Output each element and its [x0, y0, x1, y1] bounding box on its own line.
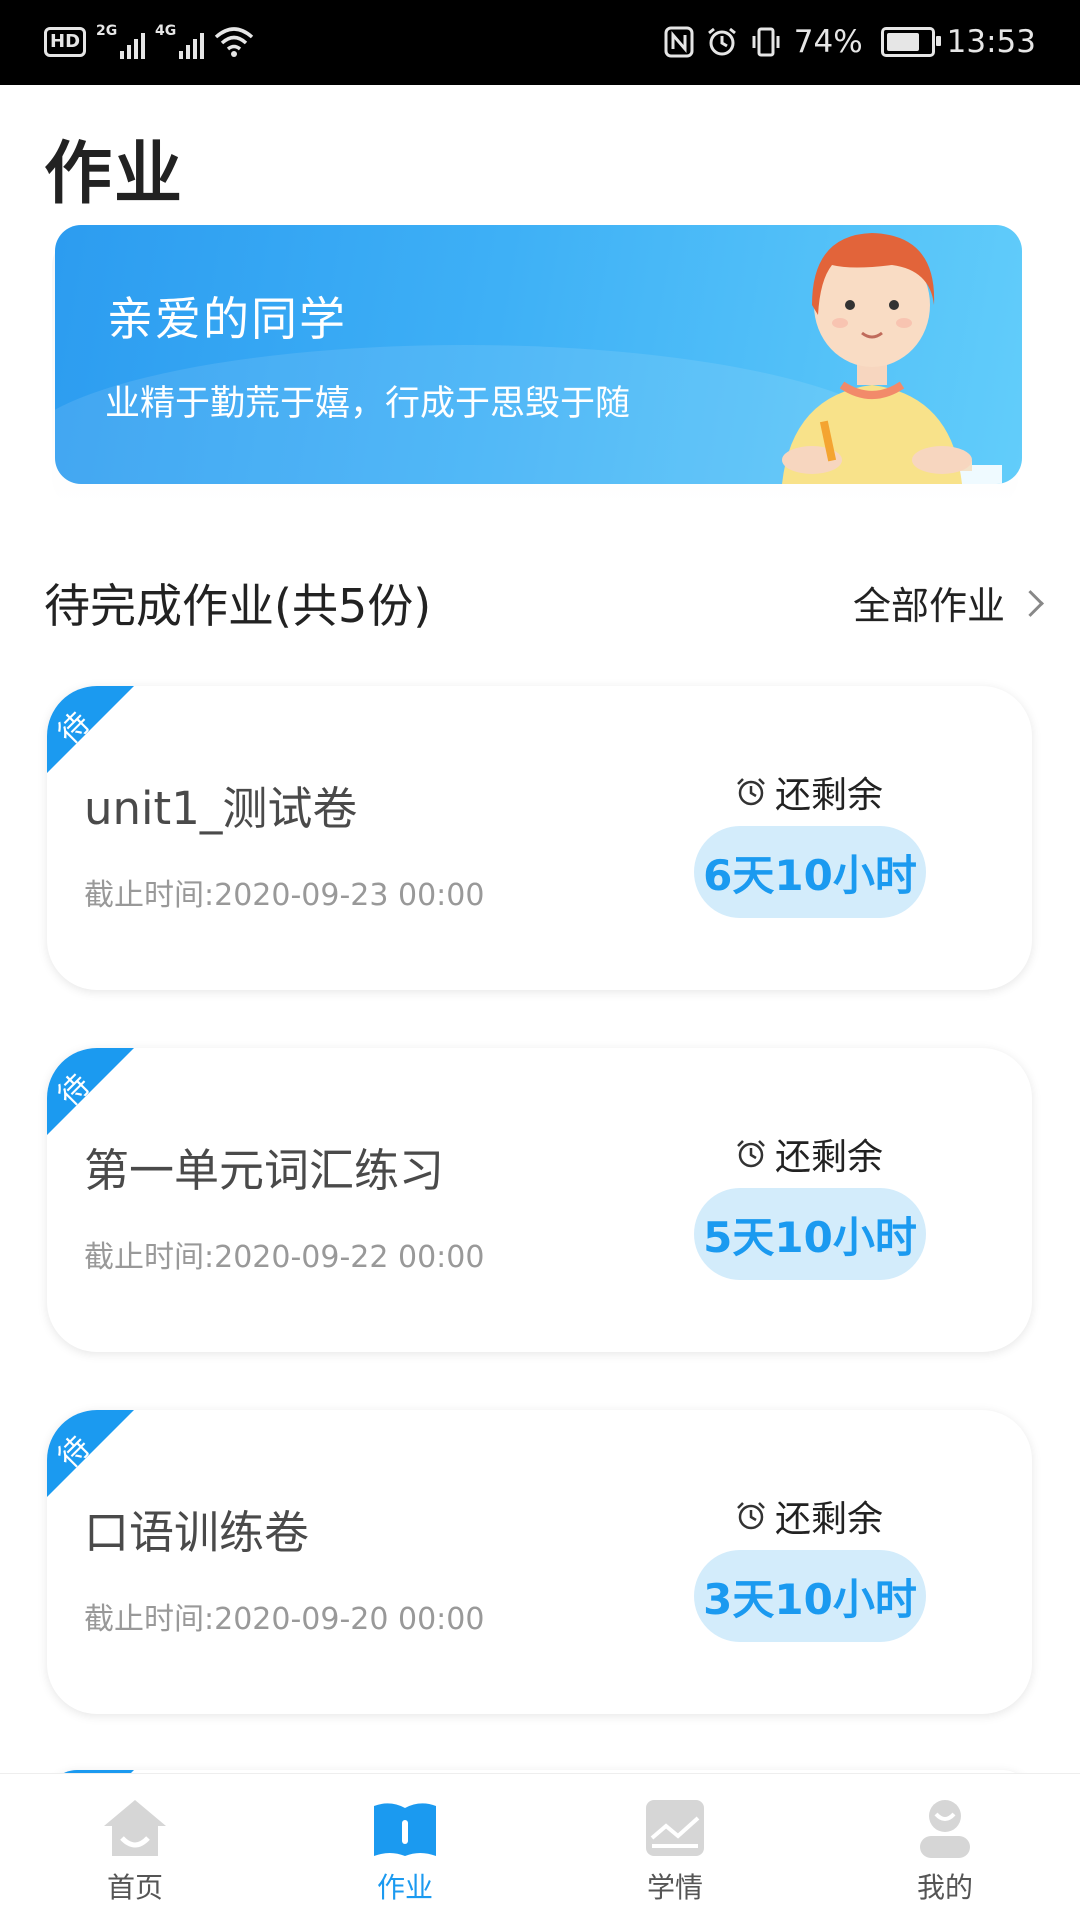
motto-banner[interactable]: 亲爱的同学 业精于勤荒于嬉，行成于思毁于随	[55, 225, 1022, 484]
page-title: 作业	[44, 135, 185, 214]
nav-homework[interactable]: 作业	[270, 1774, 540, 1921]
section-title: 待完成作业(共5份)	[44, 579, 432, 633]
chevron-right-icon	[1017, 590, 1044, 617]
remaining-label: 还剩余	[735, 1490, 883, 1542]
remaining-time: 6天10小时	[694, 826, 926, 918]
remaining-label: 还剩余	[735, 1128, 883, 1180]
battery-icon	[880, 27, 941, 57]
alarm-clock-icon	[737, 1140, 765, 1168]
alarm-clock-icon	[737, 778, 765, 806]
alarm-clock-icon	[737, 1502, 765, 1530]
assignment-name: 第一单元词汇练习	[84, 1144, 445, 1197]
vibrate-icon	[752, 27, 780, 57]
alarm-icon	[707, 27, 736, 56]
assignment-card[interactable]: 待 第一单元词汇练习 截止时间:2020-09-22 00:00 还剩余 5天1…	[47, 1048, 1032, 1352]
nav-profile[interactable]: 我的	[810, 1774, 1080, 1921]
clock: 13:53	[946, 24, 1036, 60]
chart-icon	[646, 1800, 704, 1856]
home-icon	[104, 1800, 166, 1856]
user-icon	[920, 1800, 970, 1858]
assignment-card[interactable]: 待 unit1_测试卷 截止时间:2020-09-23 00:00 还剩余 6天…	[47, 686, 1032, 990]
book-icon	[374, 1803, 436, 1856]
signal-icon: 2G	[96, 23, 146, 59]
banner-subtitle: 业精于勤荒于嬉，行成于思毁于随	[105, 384, 631, 424]
nav-profile-label: 我的	[916, 1871, 973, 1904]
nav-analysis-label: 学情	[646, 1871, 703, 1904]
hd-indicator: HD	[44, 27, 87, 57]
nav-analysis[interactable]: 学情	[540, 1774, 810, 1921]
student-illustration	[782, 233, 1002, 484]
assignment-deadline: 截止时间:2020-09-23 00:00	[84, 878, 485, 913]
nav-home-label: 首页	[106, 1871, 163, 1904]
all-assignments-link[interactable]: 全部作业	[852, 575, 1044, 630]
assignment-card[interactable]: 待 口语训练卷 截止时间:2020-09-20 00:00 还剩余 3天10小时	[47, 1410, 1032, 1714]
wifi-icon	[214, 27, 254, 57]
all-assignments-label: 全部作业	[852, 584, 1005, 628]
banner-title: 亲爱的同学	[107, 292, 347, 346]
remaining-label: 还剩余	[735, 766, 883, 818]
nfc-icon	[664, 26, 694, 58]
remaining-time: 3天10小时	[694, 1550, 926, 1642]
assignment-name: unit1_测试卷	[84, 782, 358, 835]
status-bar: HD 2G 4G 74% 13:53	[0, 0, 1080, 85]
battery-percent: 74%	[793, 24, 863, 60]
signal-icon: 4G	[155, 23, 205, 59]
assignment-deadline: 截止时间:2020-09-20 00:00	[84, 1602, 485, 1637]
assignment-deadline: 截止时间:2020-09-22 00:00	[84, 1240, 485, 1275]
nav-homework-label: 作业	[376, 1871, 433, 1904]
bottom-navigation: 首页 作业 学情 我的	[0, 1773, 1080, 1921]
nav-home[interactable]: 首页	[0, 1774, 270, 1921]
remaining-time: 5天10小时	[694, 1188, 926, 1280]
assignment-name: 口语训练卷	[84, 1506, 310, 1559]
